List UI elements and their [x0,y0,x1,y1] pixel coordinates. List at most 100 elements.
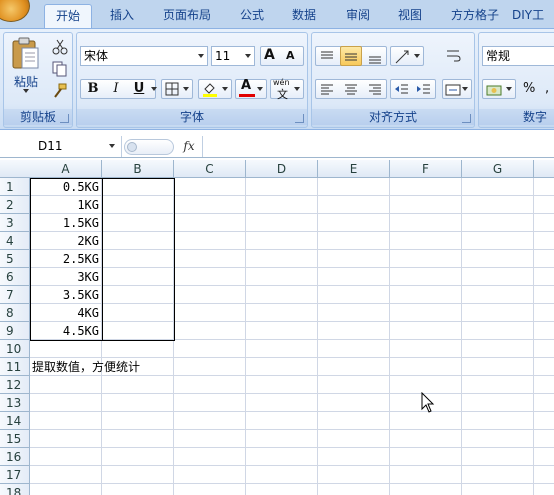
formula-input[interactable] [202,136,554,157]
column-header-e[interactable]: E [318,160,390,178]
orientation-dropdown-icon[interactable] [414,54,420,58]
number-format-combo[interactable]: 常规 [482,46,554,66]
tab-diy[interactable]: DIY工 [512,4,554,28]
paste-dropdown-icon[interactable] [23,89,29,93]
tab-view[interactable]: 视图 [390,4,430,28]
row-header-11[interactable]: 11 [0,358,30,376]
splitter-handle-icon [127,142,137,152]
orientation-icon [395,50,409,64]
row-header-4[interactable]: 4 [0,232,30,250]
font-dialog-launcher[interactable] [295,114,304,123]
tab-insert[interactable]: 插入 [102,4,142,28]
gridline-horizontal [30,447,554,448]
font-size-combo[interactable]: 11 [211,46,255,66]
row-header-7[interactable]: 7 [0,286,30,304]
underline-dropdown-icon[interactable] [151,87,157,91]
percent-style-button[interactable]: % [523,81,535,96]
vertical-align-buttons [315,46,387,66]
row-header-6[interactable]: 6 [0,268,30,286]
cell-a11[interactable]: 提取数值，方便统计 [32,358,232,376]
grow-font-icon[interactable]: A [264,47,275,63]
align-bottom-icon[interactable] [367,49,383,65]
data-range-inner-border [102,178,103,341]
insert-function-button[interactable]: fx [178,136,200,157]
tab-data[interactable]: 数据 [284,4,324,28]
column-header-g[interactable]: G [462,160,534,178]
row-header-15[interactable]: 15 [0,430,30,448]
column-header-b[interactable]: B [102,160,174,178]
increase-indent-icon[interactable] [416,82,432,98]
borders-button[interactable] [161,79,193,99]
borders-dropdown-icon[interactable] [183,87,189,91]
name-box-dropdown-icon[interactable] [109,144,115,148]
column-header-a[interactable]: A [30,160,102,178]
row-header-16[interactable]: 16 [0,448,30,466]
row-header-12[interactable]: 12 [0,376,30,394]
worksheet-grid: ABCDEFG 1 2 3 4 5 6 7 8 9 10 11 12 13 14 15 16 17 18 0.5K… [0,160,554,495]
row-header-3[interactable]: 3 [0,214,30,232]
copy-icon[interactable] [52,61,68,77]
row-header-17[interactable]: 17 [0,466,30,484]
tab-fangfang[interactable]: 方方格子 [444,4,506,28]
font-color-icon: A [241,78,252,93]
column-header-c[interactable]: C [174,160,246,178]
row-header-2[interactable]: 2 [0,196,30,214]
office-button[interactable] [0,0,30,22]
fill-color-button[interactable] [198,79,232,99]
comma-style-button[interactable]: , [545,81,549,96]
merge-center-button[interactable] [442,79,472,99]
row-header-1[interactable]: 1 [0,178,30,196]
formula-bar-splitter[interactable] [124,139,174,155]
select-all-button[interactable] [0,160,31,178]
number-group-label: 数字 [479,109,554,125]
font-name-dropdown-icon[interactable] [198,54,204,58]
column-header-f[interactable]: F [390,160,462,178]
orientation-button[interactable] [390,46,424,66]
row-header-5[interactable]: 5 [0,250,30,268]
accounting-dropdown-icon[interactable] [506,87,512,91]
align-center-icon[interactable] [343,82,359,98]
gridline-horizontal [30,393,554,394]
align-top-icon[interactable] [319,49,335,65]
italic-button[interactable]: I [105,79,127,99]
font-size-dropdown-icon[interactable] [245,54,251,58]
merge-dropdown-icon[interactable] [462,87,468,91]
cut-icon[interactable] [52,39,68,55]
row-header-18[interactable]: 18 [0,484,30,495]
phonetic-button[interactable]: wén 文 [270,78,304,101]
tab-page-layout[interactable]: 页面布局 [156,4,218,28]
font-color-button[interactable]: A [235,78,267,99]
row-header-13[interactable]: 13 [0,394,30,412]
align-middle-button[interactable] [340,46,362,66]
wrap-text-icon[interactable] [445,47,463,65]
alignment-dialog-launcher[interactable] [462,114,471,123]
tab-home[interactable]: 开始 [44,4,92,28]
align-left-icon[interactable] [319,82,335,98]
clipboard-dialog-launcher[interactable] [60,114,69,123]
mouse-cursor-icon [421,392,435,413]
decrease-indent-icon[interactable] [394,82,410,98]
formula-bar: D11 fx [0,136,554,158]
shrink-font-icon[interactable]: A [286,49,295,62]
fill-color-dropdown-icon[interactable] [222,87,228,91]
column-header-overflow[interactable] [534,160,554,178]
font-name-combo[interactable]: 宋体 [80,46,208,66]
underline-button[interactable]: U [128,79,150,99]
row-header-10[interactable]: 10 [0,340,30,358]
tab-review[interactable]: 审阅 [338,4,378,28]
paste-button[interactable]: 粘贴 [10,37,42,93]
column-header-d[interactable]: D [246,160,318,178]
row-header-9[interactable]: 9 [0,322,30,340]
bold-button[interactable]: B [82,79,104,99]
tab-formulas[interactable]: 公式 [232,4,272,28]
accounting-format-button[interactable] [482,79,516,99]
row-header-14[interactable]: 14 [0,412,30,430]
fill-color-icon [203,83,217,97]
phonetic-dropdown-icon[interactable] [294,87,300,91]
font-color-dropdown-icon[interactable] [257,87,263,91]
merge-center-icon [445,84,461,96]
name-box[interactable]: D11 [0,136,122,157]
format-painter-icon[interactable] [52,83,68,99]
row-header-8[interactable]: 8 [0,304,30,322]
align-right-icon[interactable] [367,82,383,98]
